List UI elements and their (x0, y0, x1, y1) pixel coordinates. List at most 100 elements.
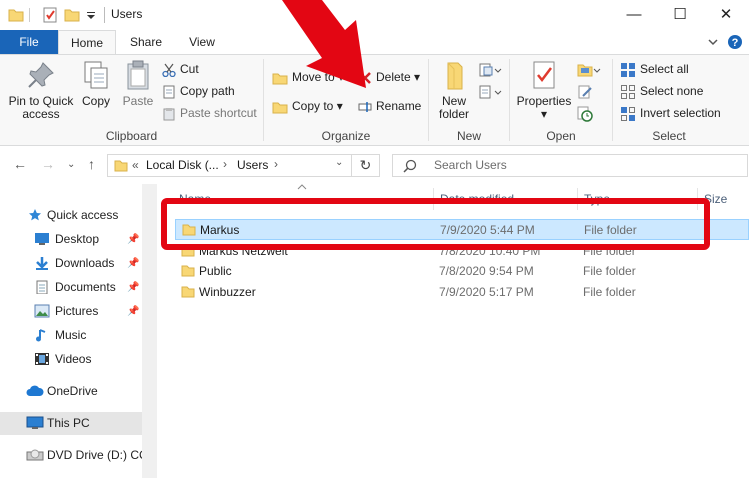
edit-button[interactable] (577, 81, 597, 101)
nav-item-pictures[interactable]: Pictures 📌 (0, 300, 142, 323)
select-all-icon (621, 62, 635, 77)
properties-icon (533, 61, 555, 89)
maximize-button[interactable]: ☐ (657, 0, 703, 30)
properties-quick-icon[interactable] (42, 7, 58, 23)
folder-icon (114, 160, 128, 172)
address-dropdown-icon[interactable]: ⌄ (335, 157, 343, 168)
star-icon (29, 209, 41, 221)
breadcrumb-separator[interactable]: › (274, 157, 278, 171)
history-button[interactable] (577, 103, 597, 123)
tab-share[interactable]: Share (120, 30, 172, 54)
paste-shortcut-button[interactable]: Paste shortcut (162, 103, 257, 123)
up-arrow-icon[interactable]: ↑ (88, 156, 95, 172)
cut-label: Cut (180, 62, 199, 76)
close-button[interactable]: ✕ (703, 0, 749, 30)
search-input[interactable]: Search Users (434, 158, 507, 172)
toolbar-separator (29, 8, 30, 22)
address-bar[interactable]: « Local Disk (... › Users › ⌄ (107, 154, 352, 177)
nav-item-quick-access[interactable]: Quick access (0, 204, 142, 227)
table-row[interactable]: Public 7/8/2020 9:54 PM File folder (175, 261, 749, 282)
tab-view[interactable]: View (176, 30, 228, 54)
breadcrumb-local-disk[interactable]: Local Disk (... (146, 158, 219, 172)
edit-icon (578, 85, 592, 99)
paste-button[interactable]: Paste (118, 59, 158, 108)
invert-selection-icon (621, 106, 635, 121)
new-item-icon (479, 63, 502, 77)
paste-shortcut-icon (163, 107, 175, 121)
properties-label: Properties (516, 94, 572, 108)
copy-label: Copy (81, 94, 110, 108)
copy-path-icon (163, 85, 175, 99)
pin-icon[interactable]: 📌 (127, 300, 139, 323)
delete-x-icon (359, 71, 371, 84)
breadcrumb-separator[interactable]: › (223, 157, 227, 171)
rename-button[interactable]: Rename (358, 96, 421, 116)
copy-path-button[interactable]: Copy path (162, 81, 235, 101)
open-button[interactable] (577, 59, 605, 79)
pin-icon[interactable]: 📌 (127, 276, 139, 299)
move-to-button[interactable]: Move to ▾ (272, 67, 344, 87)
new-folder-quick-icon[interactable] (64, 7, 80, 23)
pin-label-line1: Pin to Quick (8, 94, 74, 108)
folder-icon (181, 286, 195, 298)
nav-item-documents[interactable]: Documents 📌 (0, 276, 142, 299)
nav-label: This PC (47, 416, 90, 430)
cut-button[interactable]: Cut (162, 59, 199, 79)
svg-text:?: ? (732, 37, 739, 49)
pin-label-line2: access (22, 107, 60, 121)
refresh-button[interactable]: ↻ (352, 154, 380, 177)
new-item-button[interactable] (478, 59, 506, 79)
file-date-modified: 7/9/2020 5:17 PM (439, 285, 534, 299)
nav-item-downloads[interactable]: Downloads 📌 (0, 252, 142, 275)
pin-icon[interactable]: 📌 (127, 228, 139, 251)
breadcrumb-users[interactable]: Users (237, 158, 268, 172)
nav-item-music[interactable]: Music (0, 324, 142, 347)
tab-home[interactable]: Home (58, 30, 116, 54)
search-box[interactable]: Search Users (392, 154, 748, 177)
nav-label: Music (55, 328, 87, 342)
copy-button[interactable]: Copy (78, 59, 114, 108)
nav-item-this-pc[interactable]: This PC (0, 412, 142, 435)
table-row[interactable]: Winbuzzer 7/9/2020 5:17 PM File folder (175, 282, 749, 303)
select-none-label: Select none (640, 84, 704, 98)
file-name: Winbuzzer (199, 285, 256, 299)
customize-quick-access-icon[interactable] (86, 7, 96, 23)
new-folder-button[interactable]: New folder (434, 59, 474, 121)
tab-file[interactable]: File (0, 30, 58, 54)
minimize-button[interactable]: — (611, 0, 657, 30)
file-explorer-window: Users — ☐ ✕ File Home Share View ? Pin t… (0, 0, 749, 478)
pictures-icon (34, 304, 50, 318)
invert-selection-button[interactable]: Invert selection (620, 103, 721, 123)
nav-item-dvd-drive[interactable]: DVD Drive (D:) CC (0, 444, 142, 467)
computer-icon (26, 416, 44, 429)
clipboard-icon (127, 60, 149, 90)
copy-to-label: Copy to (292, 99, 334, 113)
paste-label: Paste (122, 94, 154, 108)
music-note-icon (36, 329, 46, 342)
recent-locations-icon[interactable]: ⌄ (67, 159, 75, 170)
nav-item-desktop[interactable]: Desktop 📌 (0, 228, 142, 251)
clipboard-group-label: Clipboard (105, 129, 158, 143)
back-arrow-icon[interactable]: ← (13, 156, 27, 172)
easy-access-button[interactable] (478, 81, 506, 101)
delete-button[interactable]: Delete ▾ (358, 67, 420, 87)
nav-item-onedrive[interactable]: OneDrive (0, 380, 142, 403)
file-date-modified: 7/8/2020 9:54 PM (439, 264, 534, 278)
select-group-label: Select (652, 129, 686, 143)
pin-to-quick-access-button[interactable]: Pin to Quick access (6, 59, 76, 121)
navigation-scrollbar[interactable] (142, 184, 157, 478)
pin-icon[interactable]: 📌 (127, 252, 139, 275)
properties-button[interactable]: Properties ▾ (515, 59, 573, 121)
nav-item-videos[interactable]: Videos (0, 348, 142, 371)
breadcrumb-overflow[interactable]: « (132, 158, 139, 172)
rename-icon (358, 101, 372, 112)
forward-arrow-icon[interactable]: → (41, 156, 55, 172)
copy-to-icon (272, 102, 288, 114)
select-all-button[interactable]: Select all (620, 59, 689, 79)
copy-to-button[interactable]: Copy to ▾ (272, 96, 343, 116)
title-separator (104, 7, 105, 23)
nav-label: Quick access (47, 208, 119, 222)
expand-ribbon-icon[interactable] (708, 39, 718, 46)
select-none-button[interactable]: Select none (620, 81, 703, 101)
copy-icon (84, 61, 108, 89)
